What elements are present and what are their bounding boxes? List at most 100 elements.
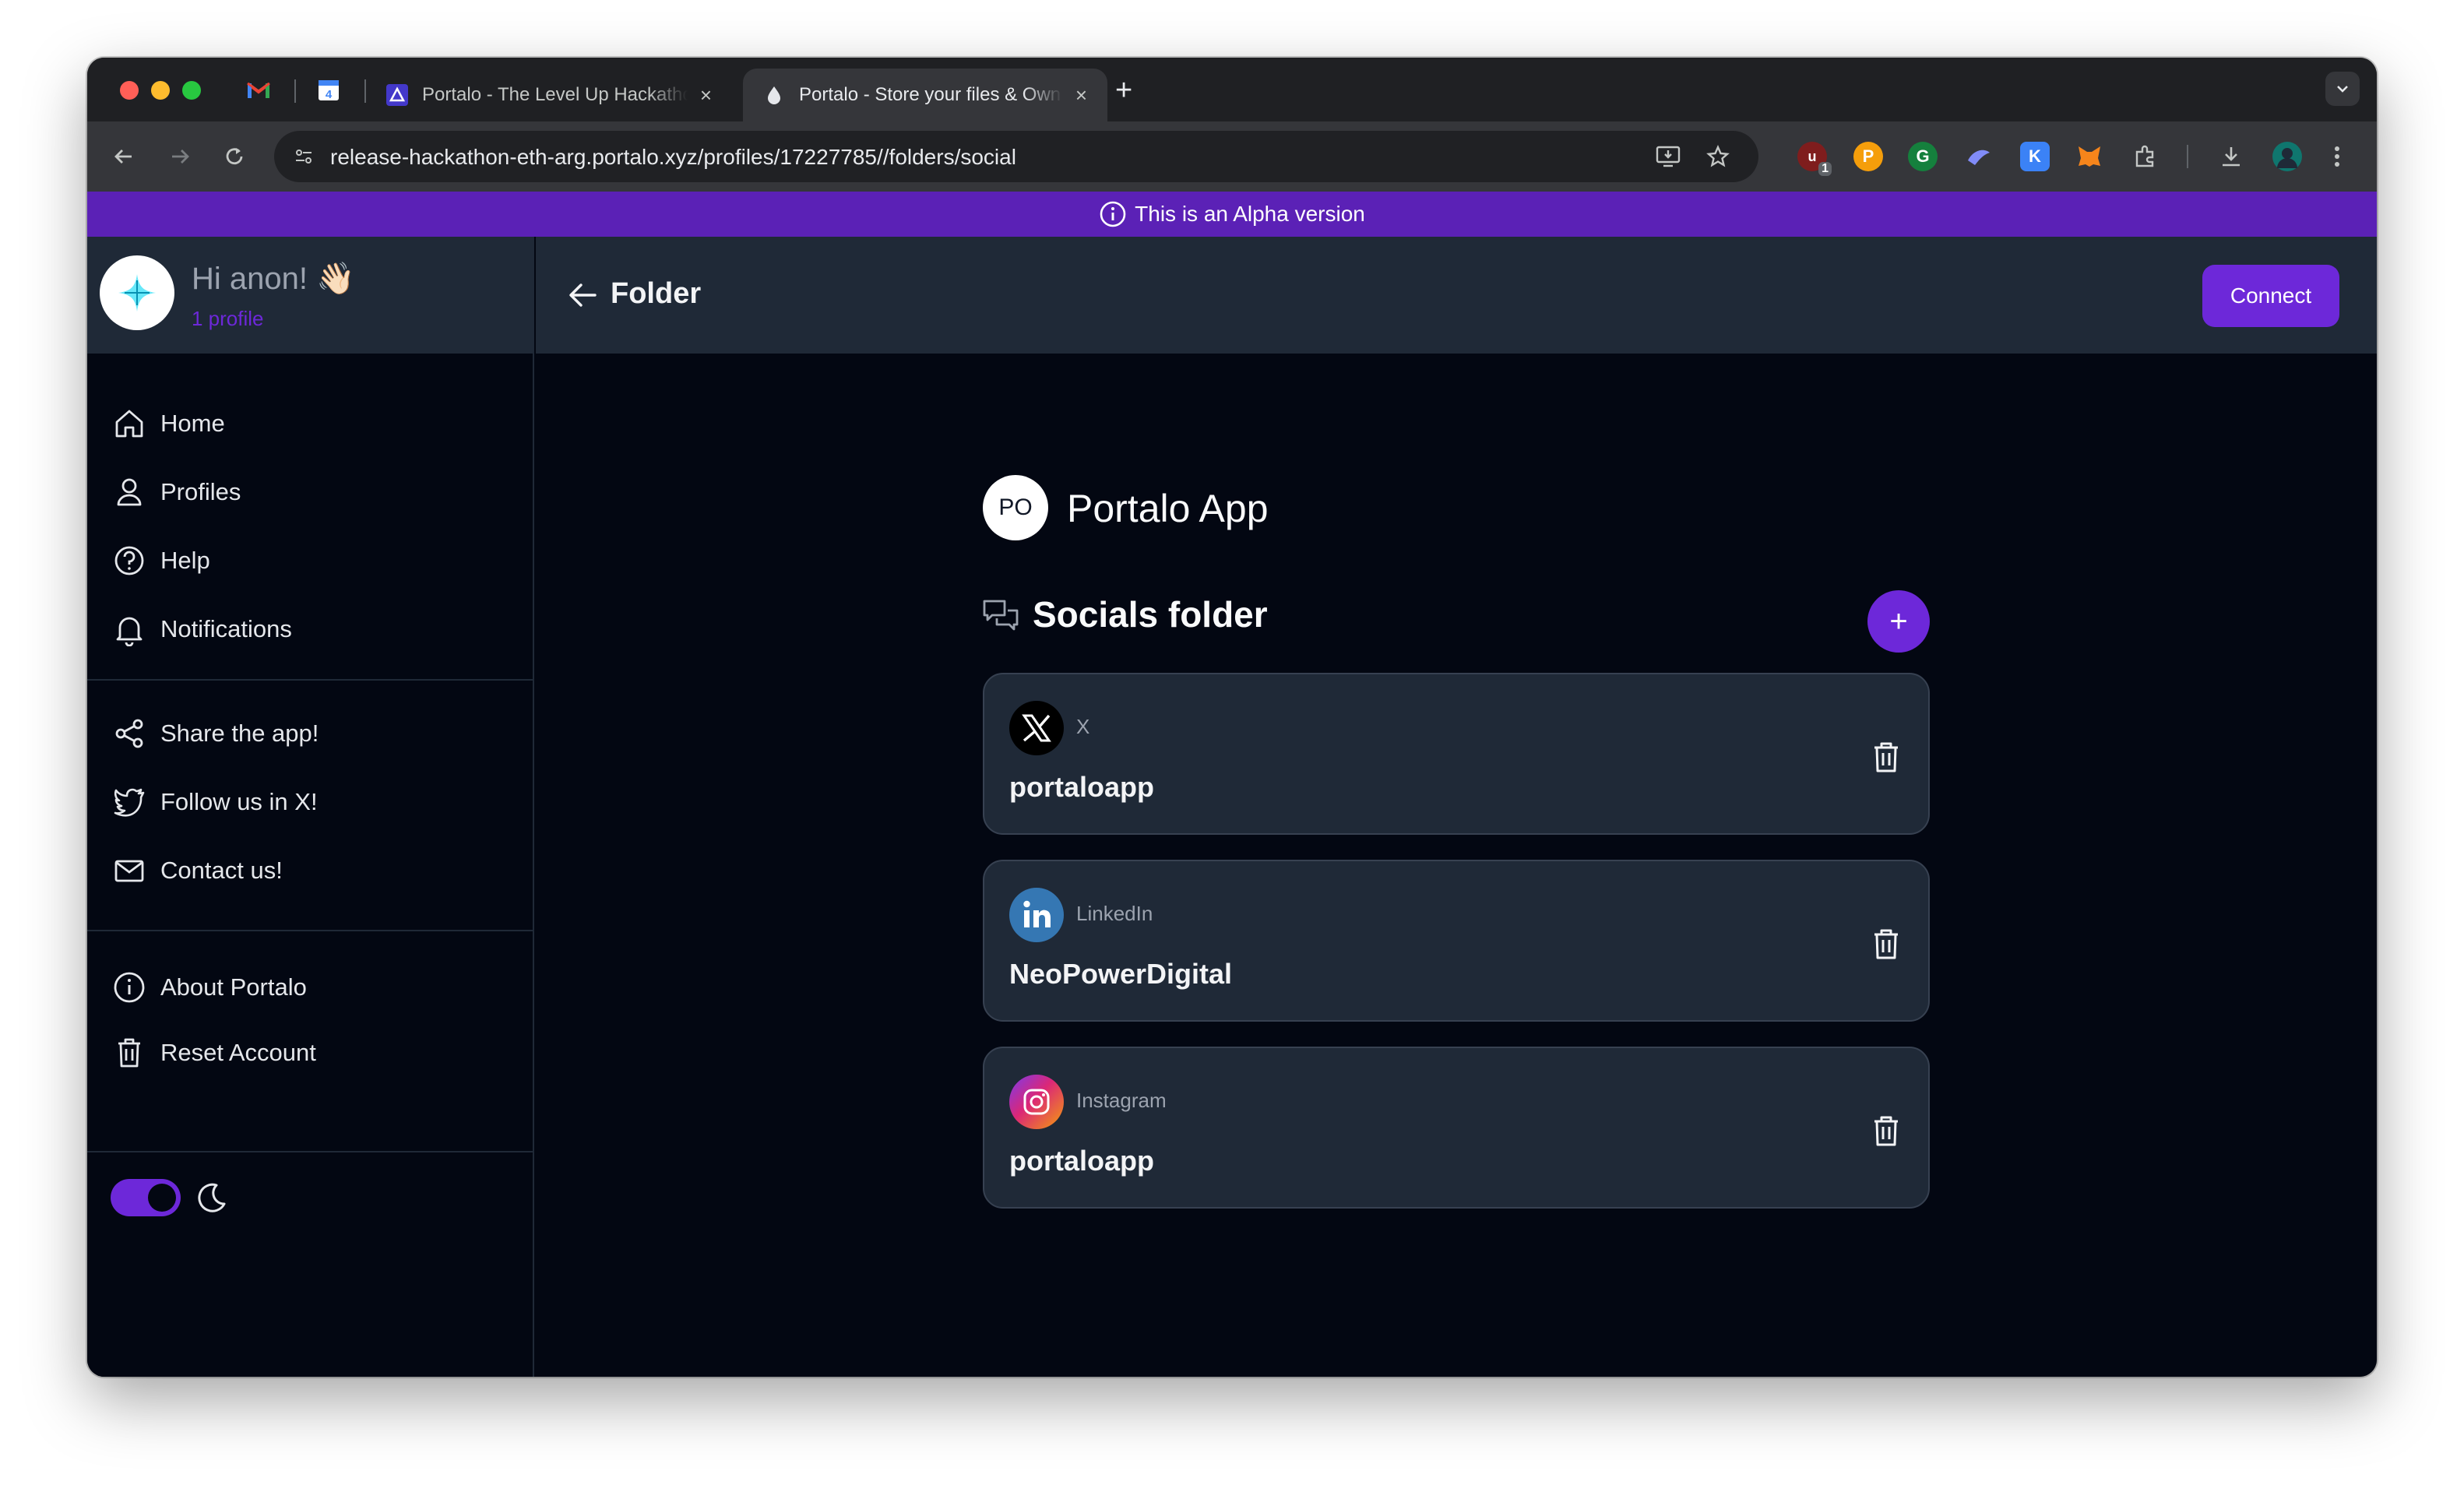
social-network-name: Instagram [1076,1089,1167,1112]
puzzle-extensions-icon[interactable] [2131,142,2160,171]
tab-portalo-hackathon[interactable]: Portalo - The Level Up Hackathon × [366,69,732,121]
greeting: Hi anon! 👋🏻 [192,262,355,296]
back-arrow-icon[interactable] [564,276,601,314]
nav-label: Help [160,547,210,574]
toolbar-divider [2187,145,2188,168]
profile-initials-badge: PO [983,475,1048,540]
browser-toolbar: release-hackathon-eth-arg.portalo.xyz/pr… [87,121,2377,192]
address-bar[interactable]: release-hackathon-eth-arg.portalo.xyz/pr… [274,131,1758,182]
reload-icon [226,148,243,165]
sidebar-divider [87,679,533,681]
arrow-right-icon [172,150,189,164]
forward-nav-button[interactable] [164,140,196,173]
social-card-x[interactable]: X portaloapp [983,673,1930,835]
sidebar: Hi anon! 👋🏻 1 profile Home Profiles Help… [87,237,534,1377]
tab-strip: 4 Portalo - The Level Up Hackathon × Por… [87,58,2377,121]
nav-reset-account[interactable]: Reset Account [111,1029,316,1076]
new-tab-button[interactable]: + [1115,73,1132,107]
url-text: release-hackathon-eth-arg.portalo.xyz/pr… [330,145,1016,169]
moon-icon [198,1183,226,1212]
nav-label: Notifications [160,615,292,642]
bird-extension-icon[interactable] [1964,142,1994,171]
alpha-banner-text: This is an Alpha version [1135,202,1365,226]
social-card-instagram[interactable]: Instagram portaloapp [983,1047,1930,1209]
profile-name: Portalo App [1067,487,1269,530]
info-icon [1099,200,1127,228]
sparkle-icon [118,274,156,311]
kebab-menu-icon[interactable] [2322,142,2352,171]
bookmark-star-icon[interactable] [1705,144,1730,169]
bell-icon [111,611,148,648]
nav-profiles[interactable]: Profiles [111,469,241,516]
close-window-button[interactable] [120,81,139,100]
nav-label: Home [160,410,225,437]
delete-trash-icon[interactable] [1871,1114,1902,1148]
nav-label: Reset Account [160,1039,316,1066]
nav-contact[interactable]: Contact us! [111,847,283,894]
minimize-window-button[interactable] [151,81,170,100]
calendar-icon: 4 [319,80,339,101]
maximize-window-button[interactable] [182,81,201,100]
nav-share-app[interactable]: Share the app! [111,710,319,757]
arrow-left-icon [114,150,132,164]
profile-avatar[interactable] [2272,142,2302,171]
main-header: Folder Connect [536,237,2377,354]
nav-follow-x[interactable]: Follow us in X! [111,779,318,825]
x-logo-icon [1009,701,1064,755]
nav-notifications[interactable]: Notifications [111,606,292,653]
tab-separator [294,79,296,103]
theme-toggle[interactable] [111,1179,181,1216]
connect-button[interactable]: Connect [2202,265,2339,327]
delete-trash-icon[interactable] [1871,927,1902,961]
k-extension-icon[interactable]: K [2020,142,2050,171]
instagram-logo-icon [1009,1075,1064,1129]
chevron-down-icon [2337,86,2348,93]
trash-icon [111,1034,148,1071]
coin-extension-icon[interactable]: P [1853,142,1883,171]
pinned-tab-calendar[interactable]: 4 [313,75,344,106]
app-container: Hi anon! 👋🏻 1 profile Home Profiles Help… [87,237,2377,1377]
share-icon [111,715,148,752]
info-icon [111,969,148,1006]
ublock-extension-icon[interactable]: u1 [1797,142,1832,176]
nav-help[interactable]: Help [111,537,210,584]
reload-button[interactable] [218,140,251,173]
tab-title: Portalo - Store your files & Own your da… [799,84,1063,105]
gmail-icon [247,82,270,98]
browser-window: 4 Portalo - The Level Up Hackathon × Por… [87,58,2377,1377]
grammarly-extension-icon[interactable]: G [1908,142,1938,171]
tab-search-button[interactable] [2325,72,2360,106]
social-handle: NeoPowerDigital [1009,958,1233,990]
downloads-icon[interactable] [2216,142,2246,171]
nav-home[interactable]: Home [111,400,225,447]
metamask-extension-icon[interactable] [2075,142,2104,171]
site-settings-icon[interactable] [291,144,316,169]
nav-label: Contact us! [160,857,283,884]
twitter-icon [111,783,148,821]
mail-icon [111,852,148,889]
nav-about[interactable]: About Portalo [111,964,307,1011]
nav-label: Profiles [160,478,241,505]
nav-label: Follow us in X! [160,788,318,815]
tab-portalo-store[interactable]: Portalo - Store your files & Own your da… [743,69,1107,121]
close-tab-icon[interactable]: × [700,83,712,107]
delete-trash-icon[interactable] [1871,740,1902,774]
back-nav-button[interactable] [107,140,140,173]
nav-label: About Portalo [160,973,307,1001]
toggle-knob [148,1184,176,1212]
pinned-tab-gmail[interactable] [243,75,274,106]
avatar[interactable] [100,255,174,330]
social-handle: portaloapp [1009,771,1154,803]
social-network-name: X [1076,715,1090,738]
nav-label: Share the app! [160,720,319,747]
tab-title: Portalo - The Level Up Hackathon [422,84,688,105]
install-app-icon[interactable] [1656,144,1681,169]
chat-bubbles-icon [983,600,1019,631]
profile-count-link[interactable]: 1 profile [192,307,264,331]
page-title: Folder [611,277,702,310]
alpha-banner: This is an Alpha version [87,192,2377,237]
close-tab-icon[interactable]: × [1075,83,1087,107]
add-social-button[interactable]: + [1867,590,1930,653]
user-icon [111,473,148,511]
social-card-linkedin[interactable]: LinkedIn NeoPowerDigital [983,860,1930,1022]
